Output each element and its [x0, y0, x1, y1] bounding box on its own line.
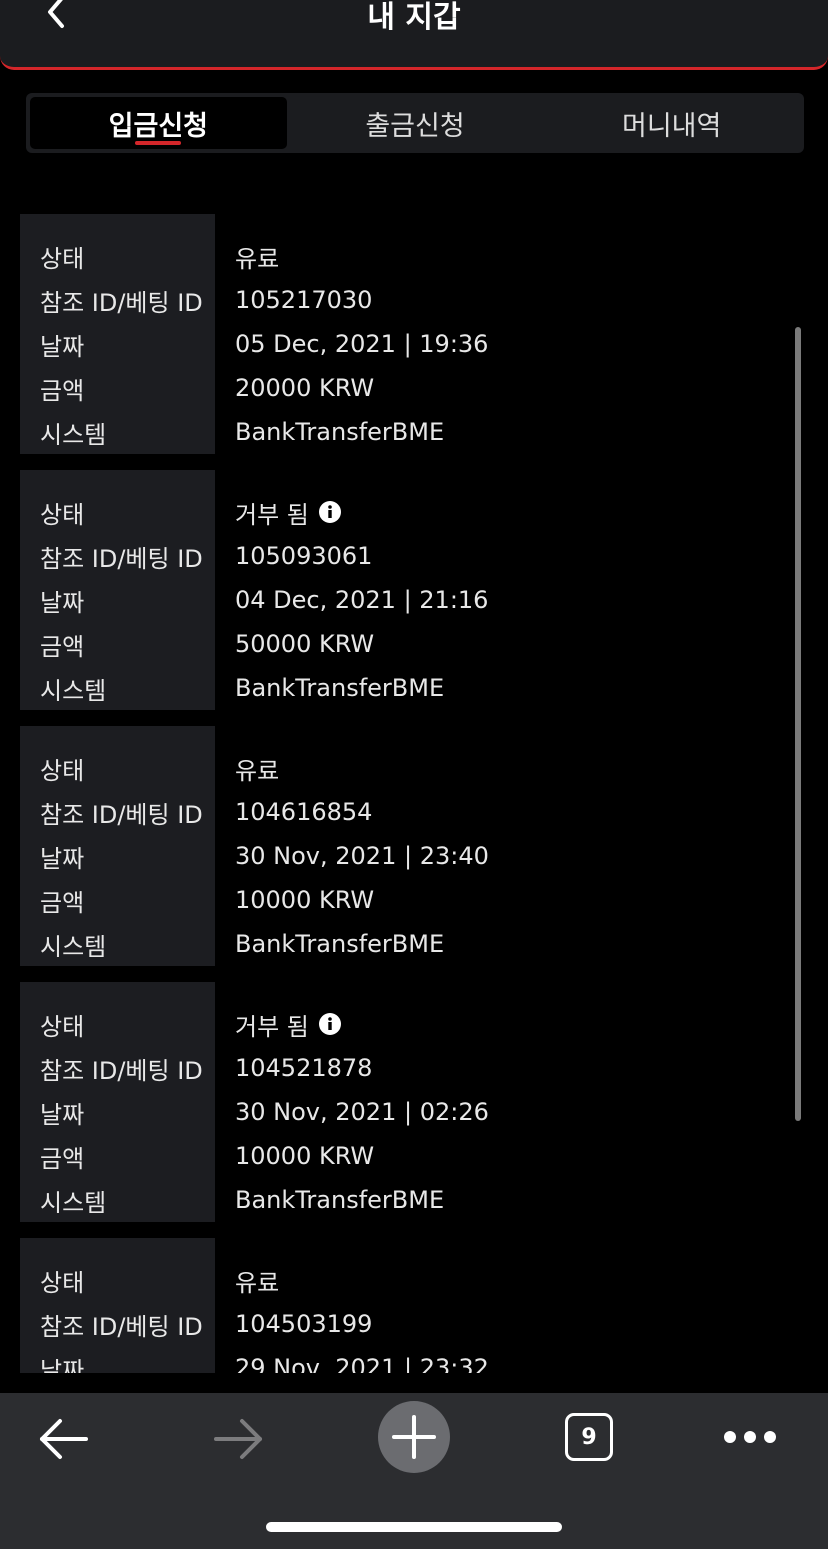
home-indicator[interactable]	[266, 1522, 562, 1532]
field-label: 시스템	[40, 932, 107, 961]
field-label: 날짜	[40, 1100, 85, 1129]
field-value: 29 Nov, 2021 | 23:32	[235, 1354, 489, 1373]
field-value-text: BankTransferBME	[235, 418, 445, 446]
field-value-text: 29 Nov, 2021 | 23:32	[235, 1354, 489, 1373]
field-label: 참조 ID/베팅 ID	[40, 1312, 203, 1341]
field-value: 30 Nov, 2021 | 23:40	[235, 842, 489, 870]
more-button[interactable]	[718, 1421, 782, 1453]
scrollbar[interactable]	[795, 327, 801, 1121]
field-label: 시스템	[40, 420, 107, 449]
field-value-text: 105217030	[235, 286, 373, 314]
field-value-text: 유료	[235, 244, 280, 273]
field-value-text: 04 Dec, 2021 | 21:16	[235, 586, 489, 614]
field-value: 05 Dec, 2021 | 19:36	[235, 330, 488, 358]
field-value: 10000 KRW	[235, 886, 374, 914]
field-label: 금액	[40, 1144, 85, 1173]
transaction-record: 상태 거부 됨참조 ID/베팅 ID 104521878 날짜 30 Nov, 2021…	[20, 982, 810, 1222]
field-value: BankTransferBME	[235, 418, 444, 446]
field-label: 상태	[40, 500, 85, 529]
field-value-text: 거부 됨	[235, 500, 309, 529]
field-label: 상태	[40, 1012, 85, 1041]
field-label: 금액	[40, 376, 85, 405]
field-label: 참조 ID/베팅 ID	[40, 1056, 203, 1085]
field-value: BankTransferBME	[235, 1186, 444, 1214]
field-value: 거부 됨	[235, 1007, 341, 1042]
field-value-text: 30 Nov, 2021 | 02:26	[235, 1098, 489, 1126]
transaction-list[interactable]: 상태 유료 참조 ID/베팅 ID 105217030 날짜 05 Dec, 2021 |…	[20, 214, 810, 1373]
tab-label: 머니내역	[621, 110, 722, 142]
field-label: 날짜	[40, 588, 85, 617]
field-value-text: 30 Nov, 2021 | 23:40	[235, 842, 489, 870]
field-label: 날짜	[40, 844, 85, 873]
tab-deposit-request[interactable]: 입금신청	[30, 97, 287, 149]
field-label: 상태	[40, 244, 85, 273]
field-value: 104616854	[235, 798, 372, 826]
field-value-text: 거부 됨	[235, 1012, 309, 1041]
field-value: BankTransferBME	[235, 674, 444, 702]
field-value: 104521878	[235, 1054, 372, 1082]
field-label: 상태	[40, 1268, 85, 1297]
transaction-record: 상태 유료참조 ID/베팅 ID 104503199 날짜 29 Nov, 2021 |…	[20, 1238, 810, 1373]
field-label: 참조 ID/베팅 ID	[40, 288, 203, 317]
new-tab-button[interactable]	[378, 1401, 450, 1473]
field-value-text: 05 Dec, 2021 | 19:36	[235, 330, 489, 358]
field-value: 유료	[235, 1263, 279, 1298]
field-value-text: 10000 KRW	[235, 1142, 375, 1170]
active-tab-indicator	[135, 141, 182, 145]
tab-label: 출금신청	[365, 110, 465, 142]
field-value: 104503199	[235, 1310, 372, 1338]
field-value: 105217030	[235, 286, 372, 314]
tab-money-history[interactable]: 머니내역	[543, 97, 800, 149]
transaction-record: 상태 유료참조 ID/베팅 ID 105217030 날짜 05 Dec, 2021 |…	[20, 214, 810, 454]
info-icon[interactable]	[318, 501, 341, 523]
field-label: 시스템	[40, 676, 107, 705]
field-value: 105093061	[235, 542, 372, 570]
field-value: 유료	[235, 239, 279, 274]
field-label: 날짜	[40, 332, 85, 361]
page-title: 내 지갑	[367, 0, 461, 35]
field-value-text: 105093061	[235, 542, 373, 570]
field-label: 날짜	[40, 1356, 85, 1374]
field-value-text: 50000 KRW	[235, 630, 375, 658]
transaction-record: 상태 거부 됨참조 ID/베팅 ID 105093061 날짜 04 Dec, 2021…	[20, 470, 810, 710]
field-label: 금액	[40, 888, 85, 917]
field-value: 30 Nov, 2021 | 02:26	[235, 1098, 489, 1126]
field-value-text: 20000 KRW	[235, 374, 375, 402]
field-label: 금액	[40, 632, 85, 661]
field-value: 10000 KRW	[235, 1142, 374, 1170]
field-value-text: 104616854	[235, 798, 373, 826]
field-value-text: 104521878	[235, 1054, 373, 1082]
arrow-left-icon	[40, 1419, 88, 1459]
field-value: 거부 됨	[235, 495, 341, 530]
more-horizontal-icon	[724, 1431, 776, 1443]
field-value-text: 유료	[235, 1268, 280, 1297]
field-value-text: 104503199	[235, 1310, 373, 1338]
tab-switcher-button[interactable]: 9	[565, 1413, 613, 1461]
browser-forward-button[interactable]	[210, 1411, 266, 1467]
info-icon[interactable]	[318, 1013, 341, 1035]
tab-label: 입금신청	[108, 110, 209, 142]
field-value: 04 Dec, 2021 | 21:16	[235, 586, 488, 614]
field-value-text: 유료	[235, 756, 280, 785]
plus-icon	[392, 1415, 436, 1459]
browser-back-button[interactable]	[36, 1411, 92, 1467]
field-value: 유료	[235, 751, 279, 786]
field-value-text: BankTransferBME	[235, 674, 445, 702]
field-value: 50000 KRW	[235, 630, 374, 658]
field-value-text: 10000 KRW	[235, 886, 375, 914]
field-value: BankTransferBME	[235, 930, 444, 958]
app-header: 내 지갑	[0, 0, 828, 70]
field-label: 참조 ID/베팅 ID	[40, 544, 203, 573]
arrow-right-icon	[214, 1419, 262, 1459]
tab-withdrawal-request[interactable]: 출금신청	[287, 97, 544, 149]
tab-bar: 입금신청 출금신청 머니내역	[26, 93, 804, 153]
field-label: 상태	[40, 756, 85, 785]
field-value-text: BankTransferBME	[235, 930, 445, 958]
field-value-text: BankTransferBME	[235, 1186, 445, 1214]
field-label: 시스템	[40, 1188, 107, 1217]
tab-count: 9	[581, 1424, 597, 1450]
transaction-record: 상태 유료참조 ID/베팅 ID 104616854 날짜 30 Nov, 2021 |…	[20, 726, 810, 966]
field-value: 20000 KRW	[235, 374, 374, 402]
field-label: 참조 ID/베팅 ID	[40, 800, 203, 829]
